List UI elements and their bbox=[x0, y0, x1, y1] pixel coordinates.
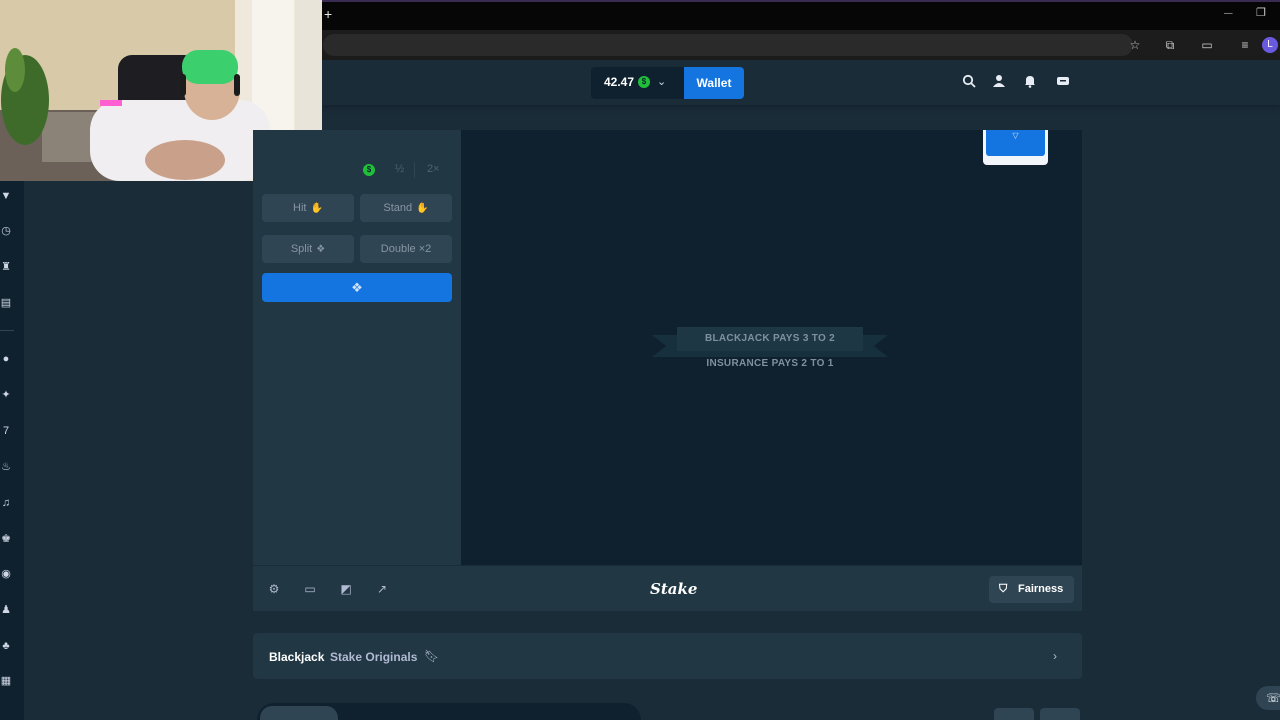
restore-icon[interactable]: ❐ bbox=[1256, 6, 1266, 19]
stand-label: Stand bbox=[383, 202, 413, 214]
address-bar[interactable] bbox=[323, 34, 1133, 56]
fire-icon[interactable]: ♨ bbox=[0, 460, 12, 474]
shield-icon: ⛉ bbox=[999, 583, 1008, 595]
live-casino-icon[interactable]: ♫ bbox=[0, 496, 12, 510]
double-label: Double bbox=[380, 243, 416, 255]
slots-icon[interactable]: 7 bbox=[0, 424, 12, 438]
double-bet-button[interactable]: 2× bbox=[427, 163, 440, 175]
gameshow-icon[interactable]: ♚ bbox=[0, 532, 12, 546]
extension-icon[interactable]: ⧉ bbox=[1163, 38, 1177, 52]
bell-icon[interactable] bbox=[1022, 74, 1038, 90]
stats-icon[interactable]: ◩ bbox=[339, 582, 353, 596]
double-button[interactable]: Double ×2 bbox=[360, 235, 452, 263]
cast-icon[interactable]: ▭ bbox=[1200, 38, 1214, 52]
stand-icon: ✋ bbox=[416, 203, 429, 214]
balance-value: 42.47 bbox=[604, 75, 635, 89]
chat-bubble-icon[interactable]: ▤ bbox=[0, 296, 12, 310]
chevron-right-icon[interactable]: › bbox=[1053, 649, 1057, 663]
headset-icon: ☏ bbox=[1266, 691, 1280, 705]
chat-icon[interactable] bbox=[1055, 74, 1071, 90]
search-icon[interactable] bbox=[961, 74, 977, 90]
profile-avatar[interactable]: L bbox=[1262, 37, 1278, 53]
split-cards-icon: ❖ bbox=[316, 244, 326, 255]
user-icon[interactable] bbox=[991, 74, 1007, 90]
roulette-icon[interactable]: ◉ bbox=[0, 567, 12, 581]
theatre-mode-icon[interactable]: ▭ bbox=[303, 582, 317, 596]
support-chat-button[interactable]: ☏ bbox=[1256, 686, 1280, 710]
game-name: Blackjack bbox=[269, 650, 325, 664]
settings-icon[interactable]: ⚙ bbox=[267, 582, 281, 596]
blackjack-pays-text: BLACKJACK PAYS 3 TO 2 bbox=[704, 333, 836, 344]
bottom-control-button[interactable] bbox=[1040, 708, 1080, 720]
chevron-down-icon[interactable]: ⌄ bbox=[657, 75, 666, 88]
hit-label: Hit bbox=[293, 202, 307, 214]
hit-icon: ✋ bbox=[310, 203, 323, 214]
stand-button[interactable]: Stand ✋ bbox=[360, 194, 452, 222]
split-button[interactable]: Split ❖ bbox=[262, 235, 354, 263]
star-icon[interactable]: ☆ bbox=[1128, 38, 1142, 52]
card-back-icon: ▽ bbox=[986, 130, 1045, 156]
bet-divider bbox=[414, 162, 415, 178]
wallet-button[interactable]: Wallet bbox=[684, 67, 744, 99]
bookmark-icon[interactable]: 🔖︎ bbox=[424, 649, 439, 663]
sparkle-icon[interactable]: ✦ bbox=[0, 388, 12, 402]
bet-button[interactable]: ❖ bbox=[262, 273, 452, 302]
grid-icon[interactable]: ▦ bbox=[0, 674, 12, 688]
stake-logo: Stake bbox=[650, 580, 698, 598]
media-icon[interactable]: ≡ bbox=[1238, 38, 1252, 52]
trophy-icon[interactable]: ♜ bbox=[0, 260, 12, 274]
minimize-icon[interactable]: ─ bbox=[1224, 6, 1233, 20]
popout-icon[interactable]: ↗ bbox=[375, 582, 389, 596]
hit-button[interactable]: Hit ✋ bbox=[262, 194, 354, 222]
split-label: Split bbox=[290, 243, 313, 255]
fairness-button[interactable]: ⛉ Fairness bbox=[989, 576, 1074, 603]
fairness-label: Fairness bbox=[1018, 583, 1064, 595]
currency-coin-icon: $ bbox=[363, 164, 375, 176]
bookmark-icon[interactable]: ▼ bbox=[0, 189, 12, 203]
clock-icon[interactable]: ◷ bbox=[0, 224, 12, 238]
currency-coin-icon: $ bbox=[638, 76, 650, 88]
new-tab-button[interactable]: + bbox=[324, 6, 332, 22]
double-multiplier: ×2 bbox=[418, 243, 432, 255]
bottom-tab-active[interactable] bbox=[260, 706, 338, 720]
game-provider[interactable]: Stake Originals bbox=[330, 650, 417, 664]
stake-originals-icon[interactable]: ● bbox=[0, 352, 12, 366]
cards-icon: ❖ bbox=[351, 280, 363, 295]
mushroom-icon[interactable]: ♣ bbox=[0, 639, 12, 653]
bottom-control-button[interactable] bbox=[994, 708, 1034, 720]
sidebar-divider bbox=[0, 330, 14, 331]
insurance-pays-text: INSURANCE PAYS 2 TO 1 bbox=[706, 358, 834, 369]
table-games-icon[interactable]: ♟ bbox=[0, 603, 12, 617]
half-bet-button[interactable]: ½ bbox=[395, 163, 404, 175]
